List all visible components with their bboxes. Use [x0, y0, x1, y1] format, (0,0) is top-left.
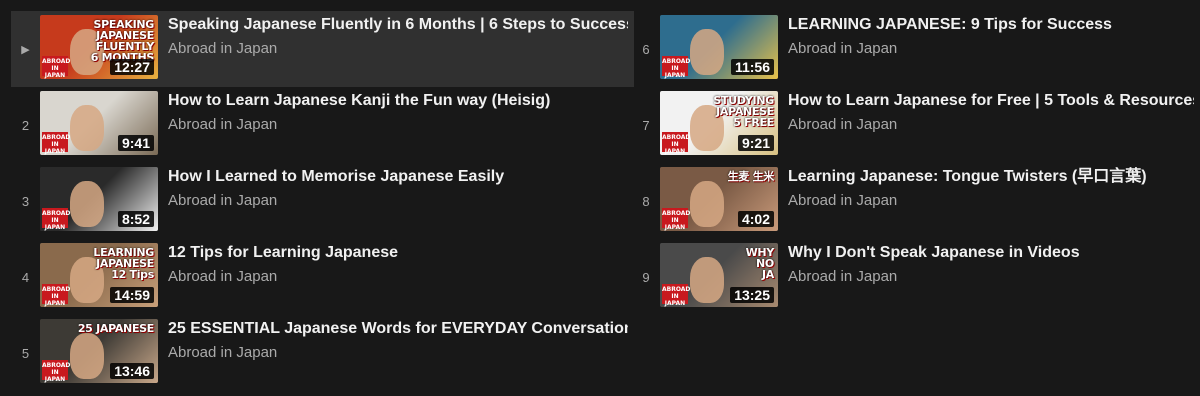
- video-duration: 8:52: [117, 211, 154, 227]
- channel-name[interactable]: Abroad in Japan: [168, 115, 628, 135]
- channel-name[interactable]: Abroad in Japan: [168, 343, 628, 363]
- thumbnail-caption: STUDYING JAPANESE 5 FREE: [713, 94, 774, 129]
- video-meta: Learning Japanese: Tongue Twisters (早口言葉…: [788, 167, 1194, 211]
- thumbnail-person: [690, 181, 724, 227]
- channel-name[interactable]: Abroad in Japan: [788, 267, 1194, 287]
- video-duration: 12:27: [110, 59, 154, 75]
- video-thumbnail[interactable]: LEARNING JAPANESE 12 Tips ABROAD IN JAPAN…: [40, 243, 158, 307]
- playlist-index-number: 7: [642, 117, 650, 133]
- video-title[interactable]: Speaking Japanese Fluently in 6 Months |…: [168, 15, 628, 35]
- thumbnail-person: [70, 333, 104, 379]
- video-title[interactable]: 25 ESSENTIAL Japanese Words for EVERYDAY…: [168, 319, 628, 339]
- video-thumbnail[interactable]: STUDYING JAPANESE 5 FREE ABROAD IN JAPAN 9…: [660, 91, 778, 155]
- video-title[interactable]: LEARNING JAPANESE: 9 Tips for Success: [788, 15, 1194, 35]
- playlist-panel: ▶ SPEAKING JAPANESE FLUENTLY 6 MONTHS ABRO…: [0, 0, 1200, 396]
- video-thumbnail[interactable]: ABROAD IN JAPAN 9:41: [40, 91, 158, 155]
- playlist-item[interactable]: 6 ABROAD IN JAPAN 11:56 LEARNING JAPANESE: …: [634, 11, 1200, 87]
- playlist-item[interactable]: 8 生麦 生米 ABROAD IN JAPAN 4:02 Learning Japane…: [634, 163, 1200, 239]
- playlist-index-number: 8: [642, 193, 650, 209]
- thumbnail-person: [690, 29, 724, 75]
- playlist-item[interactable]: 2 ABROAD IN JAPAN 9:41 How to Learn Japanes…: [11, 87, 634, 163]
- video-duration: 9:41: [117, 135, 154, 151]
- thumbnail-caption: SPEAKING JAPANESE FLUENTLY 6 MONTHS: [90, 18, 155, 64]
- video-thumbnail[interactable]: 25 JAPANESE ABROAD IN JAPAN 13:46: [40, 319, 158, 383]
- channel-logo-badge: ABROAD IN JAPAN: [662, 208, 691, 231]
- playlist-index-number: 3: [21, 193, 30, 209]
- playlist-column-right: 6 ABROAD IN JAPAN 11:56 LEARNING JAPANESE: …: [634, 11, 1200, 315]
- thumbnail-person: [70, 105, 104, 151]
- channel-logo-badge: ABROAD IN JAPAN: [42, 132, 71, 155]
- video-title[interactable]: How I Learned to Memorise Japanese Easil…: [168, 167, 628, 187]
- video-meta: How to Learn Japanese for Free | 5 Tools…: [788, 91, 1194, 135]
- thumbnail-caption: 25 JAPANESE: [77, 322, 154, 335]
- video-meta: 12 Tips for Learning Japanese Abroad in J…: [168, 243, 628, 287]
- playlist-index: 7: [634, 87, 658, 163]
- video-duration: 13:25: [730, 287, 774, 303]
- playlist-index: ▶: [11, 11, 40, 87]
- video-duration: 14:59: [110, 287, 154, 303]
- video-thumbnail[interactable]: WHY NO JA ABROAD IN JAPAN 13:25: [660, 243, 778, 307]
- video-meta: Speaking Japanese Fluently in 6 Months |…: [168, 15, 628, 59]
- playlist-column-left: ▶ SPEAKING JAPANESE FLUENTLY 6 MONTHS ABRO…: [11, 11, 634, 391]
- playlist-item[interactable]: 7 STUDYING JAPANESE 5 FREE ABROAD IN JAPAN…: [634, 87, 1200, 163]
- thumbnail-caption: 生麦 生米: [727, 170, 775, 183]
- playlist-index: 6: [634, 11, 658, 87]
- video-thumbnail[interactable]: 生麦 生米 ABROAD IN JAPAN 4:02: [660, 167, 778, 231]
- video-meta: How to Learn Japanese Kanji the Fun way …: [168, 91, 628, 135]
- video-title[interactable]: How to Learn Japanese for Free | 5 Tools…: [788, 91, 1194, 111]
- playlist-item[interactable]: 3 ABROAD IN JAPAN 8:52 How I Learned to Mem…: [11, 163, 634, 239]
- video-meta: LEARNING JAPANESE: 9 Tips for Success Abr…: [788, 15, 1194, 59]
- channel-name[interactable]: Abroad in Japan: [788, 115, 1194, 135]
- channel-logo-badge: ABROAD IN JAPAN: [662, 284, 691, 307]
- playlist-index: 3: [11, 163, 40, 239]
- video-meta: Why I Don't Speak Japanese in Videos Abro…: [788, 243, 1194, 287]
- playlist-index: 2: [11, 87, 40, 163]
- channel-name[interactable]: Abroad in Japan: [168, 267, 628, 287]
- playlist-item[interactable]: 4 LEARNING JAPANESE 12 Tips ABROAD IN JAPA…: [11, 239, 634, 315]
- video-duration: 4:02: [737, 211, 774, 227]
- video-title[interactable]: How to Learn Japanese Kanji the Fun way …: [168, 91, 628, 111]
- channel-logo-badge: ABROAD IN JAPAN: [42, 284, 71, 307]
- playlist-index-number: 5: [21, 345, 30, 361]
- playlist-index: 5: [11, 315, 40, 391]
- playlist-index-number: 9: [642, 269, 650, 285]
- video-thumbnail[interactable]: SPEAKING JAPANESE FLUENTLY 6 MONTHS ABROA…: [40, 15, 158, 79]
- channel-logo-badge: ABROAD IN JAPAN: [662, 56, 691, 79]
- playlist-index: 8: [634, 163, 658, 239]
- thumbnail-person: [70, 181, 104, 227]
- channel-logo-badge: ABROAD IN JAPAN: [662, 132, 691, 155]
- playlist-index: 4: [11, 239, 40, 315]
- video-thumbnail[interactable]: ABROAD IN JAPAN 11:56: [660, 15, 778, 79]
- channel-logo-badge: ABROAD IN JAPAN: [42, 56, 71, 79]
- video-duration: 9:21: [737, 135, 774, 151]
- video-meta: How I Learned to Memorise Japanese Easil…: [168, 167, 628, 211]
- playlist-item[interactable]: 9 WHY NO JA ABROAD IN JAPAN 13:25 Why I Don'…: [634, 239, 1200, 315]
- video-title[interactable]: Why I Don't Speak Japanese in Videos: [788, 243, 1194, 263]
- playlist-index-number: 2: [21, 117, 30, 133]
- playlist-item[interactable]: 5 25 JAPANESE ABROAD IN JAPAN 13:46 25 ESSEN…: [11, 315, 634, 391]
- thumbnail-caption: WHY NO JA: [745, 246, 775, 281]
- channel-name[interactable]: Abroad in Japan: [168, 39, 628, 59]
- video-duration: 11:56: [730, 59, 774, 75]
- now-playing-icon: ▶: [21, 43, 30, 56]
- playlist-index-number: 6: [642, 41, 650, 57]
- video-title[interactable]: Learning Japanese: Tongue Twisters (早口言葉…: [788, 167, 1194, 187]
- playlist-item[interactable]: ▶ SPEAKING JAPANESE FLUENTLY 6 MONTHS ABRO…: [11, 11, 634, 87]
- video-thumbnail[interactable]: ABROAD IN JAPAN 8:52: [40, 167, 158, 231]
- channel-logo-badge: ABROAD IN JAPAN: [42, 208, 71, 231]
- channel-name[interactable]: Abroad in Japan: [168, 191, 628, 211]
- channel-logo-badge: ABROAD IN JAPAN: [42, 360, 71, 383]
- thumbnail-person: [690, 257, 724, 303]
- video-meta: 25 ESSENTIAL Japanese Words for EVERYDAY…: [168, 319, 628, 363]
- channel-name[interactable]: Abroad in Japan: [788, 39, 1194, 59]
- channel-name[interactable]: Abroad in Japan: [788, 191, 1194, 211]
- video-title[interactable]: 12 Tips for Learning Japanese: [168, 243, 628, 263]
- thumbnail-caption: LEARNING JAPANESE 12 Tips: [93, 246, 154, 281]
- playlist-index: 9: [634, 239, 658, 315]
- video-duration: 13:46: [110, 363, 154, 379]
- playlist-index-number: 4: [21, 269, 30, 285]
